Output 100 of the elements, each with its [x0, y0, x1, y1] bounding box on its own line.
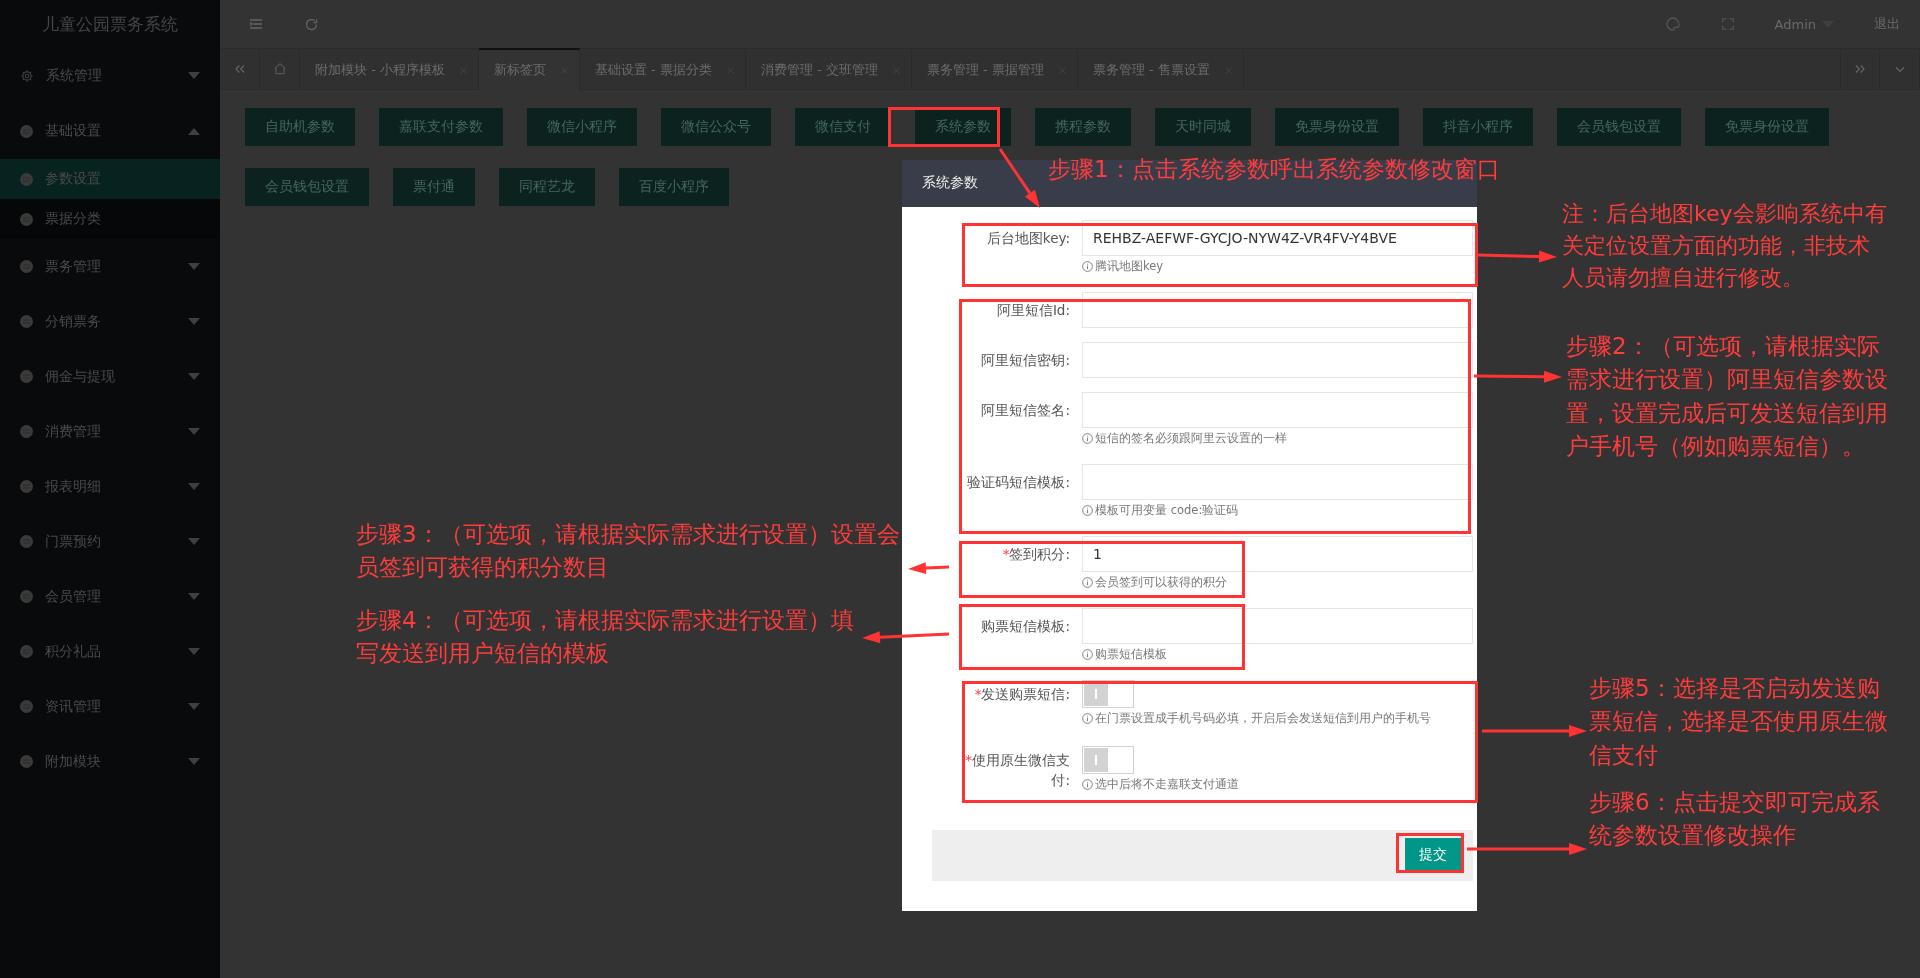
- annotation-text: 步骤2：（可选项，请根据实际需求进行设置）阿里短信参数设置，设置完成后可发送短信到用户手机号（例如购票短信）。: [1566, 332, 1889, 462]
- settings-button[interactable]: 免票身份设置: [1275, 108, 1399, 146]
- settings-button[interactable]: 会员钱包设置: [245, 168, 369, 206]
- input-field[interactable]: [1082, 463, 1473, 500]
- info-icon: [1082, 433, 1093, 445]
- submit-button[interactable]: 提交: [1405, 838, 1461, 873]
- settings-button[interactable]: 微信小程序: [527, 108, 637, 146]
- info-icon: [1082, 577, 1093, 589]
- sidebar-item[interactable]: 资讯管理: [0, 679, 220, 734]
- field-label: 后台地图key:: [985, 228, 1070, 248]
- field-label: *发送购票短信:: [973, 684, 1070, 704]
- bullet-icon: [20, 212, 33, 226]
- input-field[interactable]: [1082, 391, 1473, 428]
- settings-button[interactable]: 同程艺龙: [499, 168, 595, 206]
- settings-button[interactable]: 抖音小程序: [1423, 108, 1533, 146]
- field-label: 阿里短信Id:: [995, 300, 1070, 320]
- close-icon: [1223, 65, 1233, 75]
- settings-button[interactable]: 天时同城: [1155, 108, 1251, 146]
- sidebar-item[interactable]: 门票预约: [0, 514, 220, 569]
- caret-icon: [188, 428, 200, 435]
- close-icon: [1057, 65, 1067, 75]
- field-label: 阿里短信密钥:: [980, 350, 1070, 370]
- sidebar-item[interactable]: 票务管理: [0, 239, 220, 294]
- sidebar-item[interactable]: 积分礼品: [0, 624, 220, 679]
- settings-button[interactable]: 自助机参数: [245, 108, 355, 146]
- sidebar-item[interactable]: 消费管理: [0, 404, 220, 459]
- caret-icon: [188, 703, 200, 710]
- settings-button[interactable]: 微信公众号: [661, 108, 771, 146]
- field-label: 验证码短信模板:: [966, 472, 1070, 492]
- field-label: 阿里短信签名:: [980, 400, 1070, 420]
- caret-icon: [188, 72, 200, 79]
- settings-button[interactable]: 会员钱包设置: [1557, 108, 1681, 146]
- menu-icon: [248, 16, 264, 32]
- sidebar-item[interactable]: 系统管理: [0, 48, 220, 103]
- bullet-icon: [20, 590, 33, 603]
- sidebar-subitem[interactable]: 票据分类: [0, 199, 220, 239]
- close-icon: [458, 65, 468, 75]
- settings-button[interactable]: 携程参数: [1035, 108, 1131, 146]
- bullet-icon: [20, 124, 33, 138]
- sidebar-item[interactable]: 报表明细: [0, 459, 220, 514]
- info-icon: [1082, 505, 1093, 517]
- sidebar-item[interactable]: 佣金与提现: [0, 349, 220, 404]
- bullet-icon: [20, 480, 33, 493]
- bullet-icon: [20, 370, 33, 383]
- annotation-text: 步骤6：点击提交即可完成系统参数设置修改操作: [1589, 788, 1881, 851]
- hint-text: 会员签到可以获得的积分: [1095, 575, 1227, 591]
- highlight-frame: [1396, 833, 1464, 873]
- input-field[interactable]: 1: [1082, 535, 1473, 572]
- annotation-text: 步骤4：（可选项，请根据实际需求进行设置）填写发送到用户短信的模板: [356, 606, 855, 669]
- caret-icon: [188, 758, 200, 765]
- home-icon: [272, 62, 287, 76]
- app-title: 儿童公园票务系统: [41, 12, 179, 36]
- toggle-switch[interactable]: [1082, 745, 1134, 774]
- annotation-text: 注：后台地图key会影响系统中有关定位设置方面的功能，非技术人员请勿擅自进行修改。: [1562, 200, 1887, 292]
- info-icon: [1082, 779, 1093, 791]
- caret-icon: [188, 373, 200, 380]
- sidebar-item[interactable]: 基础设置: [0, 103, 220, 159]
- settings-button[interactable]: 百度小程序: [619, 168, 729, 206]
- annotation-text: 步骤5：选择是否启动发送购票短信，选择是否使用原生微信支付: [1589, 674, 1889, 770]
- field-label: *签到积分:: [1001, 544, 1070, 564]
- sidebar-item[interactable]: 附加模块: [0, 734, 220, 789]
- input-field[interactable]: [1082, 607, 1473, 644]
- fullscreen-icon: [1720, 17, 1735, 31]
- settings-button[interactable]: 票付通: [393, 168, 475, 206]
- tab[interactable]: 附加模块 - 小程序模板: [300, 48, 479, 90]
- settings-button[interactable]: 免票身份设置: [1705, 108, 1829, 146]
- double-chevron-left-icon: [232, 62, 247, 76]
- close-icon: [725, 65, 735, 75]
- hint-text: 选中后将不走嘉联支付通道: [1095, 777, 1239, 793]
- sidebar-item[interactable]: 分销票务: [0, 294, 220, 349]
- double-chevron-right-icon: [1853, 62, 1867, 76]
- bullet-icon: [20, 260, 33, 273]
- field-label: 购票短信模板:: [980, 616, 1070, 636]
- caret-icon: [188, 127, 200, 135]
- arrow: [998, 148, 1040, 208]
- hint-text: 在门票设置成手机号码必填，开启后会发送短信到用户的手机号: [1095, 711, 1431, 727]
- annotation-text: 步骤1：点击系统参数呼出系统参数修改窗口: [1048, 155, 1501, 184]
- bullet-icon: [20, 700, 33, 713]
- caret-icon: [188, 593, 200, 600]
- hint-text: 短信的签名必须跟阿里云设置的一样: [1095, 431, 1287, 447]
- info-icon: [1082, 261, 1093, 273]
- palette-icon: [1664, 16, 1681, 32]
- hint-text: 腾讯地图key: [1095, 259, 1164, 275]
- sidebar-item[interactable]: 会员管理: [0, 569, 220, 624]
- info-icon: [1082, 649, 1093, 661]
- annotation-text: 步骤3：（可选项，请根据实际需求进行设置）设置会员签到可获得的积分数目: [356, 520, 901, 583]
- bullet-icon: [20, 645, 33, 658]
- bullet-icon: [20, 755, 33, 768]
- arrow: [908, 562, 950, 575]
- settings-button[interactable]: 微信支付: [795, 108, 891, 146]
- settings-button[interactable]: 嘉联支付参数: [379, 108, 503, 146]
- caret-icon: [188, 483, 200, 490]
- bullet-icon: [20, 425, 33, 438]
- input-field[interactable]: [1082, 341, 1473, 378]
- refresh-icon: [304, 16, 319, 32]
- sidebar-subitem[interactable]: 参数设置: [0, 159, 220, 199]
- gear-icon: [20, 68, 34, 83]
- caret-icon: [188, 318, 200, 325]
- caret-icon: [188, 648, 200, 655]
- caret-icon: [188, 263, 200, 270]
